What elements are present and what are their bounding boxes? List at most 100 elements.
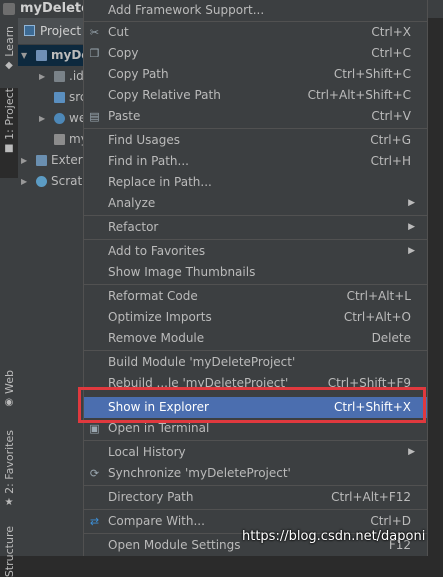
menu-item-label: Analyze xyxy=(108,196,156,210)
submenu-arrow-icon: ▶ xyxy=(408,246,415,256)
menu-item-label: Find in Path... xyxy=(108,154,189,168)
menu-item-add-to-favorites[interactable]: Add to Favorites ▶ xyxy=(84,241,427,262)
menu-item-analyze[interactable]: Analyze ▶ xyxy=(84,193,427,214)
tree-row-scratches[interactable]: ▶ Scratches and Consoles xyxy=(18,171,88,192)
tab-favorites[interactable]: 2: Favorites ★ xyxy=(0,430,18,509)
annotation-highlight-box xyxy=(78,387,426,423)
project-panel: Project ▼ myDeleteProject ▶ .idea src ▶ … xyxy=(18,18,88,556)
tree-row-root[interactable]: ▼ myDeleteProject xyxy=(18,45,88,66)
menu-item-shortcut: Ctrl+H xyxy=(370,154,411,168)
menu-item-shortcut: Ctrl+Alt+O xyxy=(343,310,411,324)
tab-project-label: 1: Project xyxy=(2,88,16,140)
menu-item-synchronize[interactable]: ⟳ Synchronize 'myDeleteProject' xyxy=(84,463,427,484)
menu-item-label: Paste xyxy=(108,109,141,123)
tab-structure[interactable]: Structure xyxy=(0,526,18,577)
learn-icon: ◆ xyxy=(5,60,13,72)
menu-item-find-usages[interactable]: Find Usages Ctrl+G xyxy=(84,130,427,151)
terminal-icon: ▣ xyxy=(89,422,100,435)
tab-web[interactable]: Web ◉ xyxy=(0,370,18,409)
submenu-arrow-icon: ▶ xyxy=(408,198,415,208)
menu-item-shortcut: Ctrl+Shift+C xyxy=(333,67,411,81)
tab-learn[interactable]: Learn ◆ xyxy=(0,26,18,72)
menu-item-shortcut: Delete xyxy=(371,331,411,345)
menu-item-label: Reformat Code xyxy=(108,289,198,303)
menu-item-label: Optimize Imports xyxy=(108,310,212,324)
tree-row-external-libraries[interactable]: ▶ External Libraries xyxy=(18,150,88,171)
collapse-arrow-icon[interactable]: ▶ xyxy=(39,108,45,129)
collapse-arrow-icon[interactable]: ▶ xyxy=(21,171,27,192)
module-folder-icon xyxy=(36,50,47,61)
module-file-icon xyxy=(54,134,65,145)
tree-row-idea[interactable]: ▶ .idea xyxy=(18,66,88,87)
menu-item-label: Remove Module xyxy=(108,331,205,345)
menu-item-label: Add Framework Support... xyxy=(108,3,265,17)
menu-item-refactor[interactable]: Refactor ▶ xyxy=(84,217,427,238)
menu-item-label: Local History xyxy=(108,445,186,459)
tab-web-label: Web xyxy=(2,370,16,394)
tab-learn-label: Learn xyxy=(2,26,16,57)
menu-item-optimize-imports[interactable]: Optimize Imports Ctrl+Alt+O xyxy=(84,307,427,328)
compare-icon: ⇄ xyxy=(89,515,100,528)
menu-separator xyxy=(84,509,427,510)
tree-row-iml[interactable]: myDeleteProject.iml xyxy=(18,129,88,150)
tab-structure-label: Structure xyxy=(2,526,16,577)
menu-item-label: Copy Relative Path xyxy=(108,88,221,102)
tab-project[interactable]: 1: Project ■ xyxy=(0,88,18,178)
menu-separator xyxy=(84,215,427,216)
copy-icon: ❐ xyxy=(89,47,100,60)
menu-item-label: Cut xyxy=(108,25,129,39)
menu-item-show-image-thumbnails[interactable]: Show Image Thumbnails xyxy=(84,262,427,283)
folder-icon: ■ xyxy=(4,143,14,155)
menu-item-paste[interactable]: ▤ Paste Ctrl+V xyxy=(84,106,427,127)
menu-item-label: Synchronize 'myDeleteProject' xyxy=(108,466,291,480)
library-icon xyxy=(36,155,47,166)
menu-item-shortcut: Ctrl+X xyxy=(371,25,411,39)
web-folder-icon xyxy=(54,113,65,124)
menu-item-shortcut: Ctrl+Alt+F12 xyxy=(331,490,411,504)
globe-icon: ◉ xyxy=(4,397,14,409)
menu-separator xyxy=(84,284,427,285)
menu-item-label: Find Usages xyxy=(108,133,181,147)
submenu-arrow-icon: ▶ xyxy=(408,222,415,232)
collapse-arrow-icon[interactable]: ▶ xyxy=(21,150,27,171)
menu-item-copy-path[interactable]: Copy Path Ctrl+Shift+C xyxy=(84,64,427,85)
menu-item-replace-in-path[interactable]: Replace in Path... xyxy=(84,172,427,193)
project-view-icon xyxy=(24,25,35,36)
menu-item-copy-relative-path[interactable]: Copy Relative Path Ctrl+Alt+Shift+C xyxy=(84,85,427,106)
menu-item-add-framework-support[interactable]: Add Framework Support... xyxy=(84,0,427,21)
star-icon: ★ xyxy=(4,497,14,509)
submenu-arrow-icon: ▶ xyxy=(408,447,415,457)
menu-item-shortcut: Ctrl+G xyxy=(370,133,411,147)
expand-arrow-icon[interactable]: ▼ xyxy=(21,45,27,66)
menu-item-label: Build Module 'myDeleteProject' xyxy=(108,355,296,369)
collapse-arrow-icon[interactable]: ▶ xyxy=(39,66,45,87)
tree-row-web[interactable]: ▶ web xyxy=(18,108,88,129)
tree-row-src[interactable]: src xyxy=(18,87,88,108)
menu-separator xyxy=(84,485,427,486)
menu-item-copy[interactable]: ❐ Copy Ctrl+C xyxy=(84,43,427,64)
menu-item-label: Add to Favorites xyxy=(108,244,206,258)
tab-favorites-label: 2: Favorites xyxy=(2,430,16,494)
menu-item-label: Copy xyxy=(108,46,139,60)
menu-separator xyxy=(84,350,427,351)
tool-window-strip: Learn ◆ 1: Project ■ Web ◉ 2: Favorites … xyxy=(0,18,19,577)
menu-item-shortcut: Ctrl+Alt+Shift+C xyxy=(307,88,411,102)
menu-item-remove-module[interactable]: Remove Module Delete xyxy=(84,328,427,349)
menu-item-cut[interactable]: ✂ Cut Ctrl+X xyxy=(84,22,427,43)
menu-item-find-in-path[interactable]: Find in Path... Ctrl+H xyxy=(84,151,427,172)
folder-icon xyxy=(54,71,65,82)
menu-item-local-history[interactable]: Local History ▶ xyxy=(84,442,427,463)
panel-title: Project xyxy=(40,24,82,38)
menu-item-directory-path[interactable]: Directory Path Ctrl+Alt+F12 xyxy=(84,487,427,508)
menu-item-shortcut: Ctrl+V xyxy=(371,109,411,123)
menu-item-label: Show Image Thumbnails xyxy=(108,265,256,279)
menu-item-label: Compare With... xyxy=(108,514,205,528)
panel-header[interactable]: Project xyxy=(18,18,88,44)
menu-item-shortcut: Ctrl+Alt+L xyxy=(346,289,411,303)
menu-item-label: Copy Path xyxy=(108,67,169,81)
menu-item-label: Replace in Path... xyxy=(108,175,212,189)
menu-separator xyxy=(84,440,427,441)
paste-icon: ▤ xyxy=(89,110,100,123)
menu-item-build-module[interactable]: Build Module 'myDeleteProject' xyxy=(84,352,427,373)
menu-item-reformat-code[interactable]: Reformat Code Ctrl+Alt+L xyxy=(84,286,427,307)
